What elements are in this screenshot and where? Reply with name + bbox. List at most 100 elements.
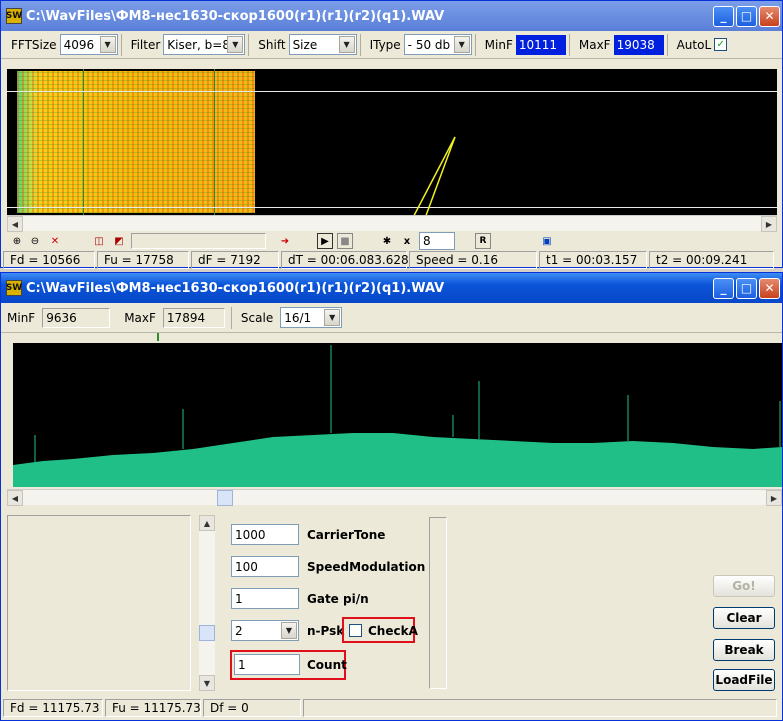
minf-label: MinF xyxy=(7,310,36,325)
chart-alt-icon[interactable]: ◩ xyxy=(111,233,127,249)
top-hscroll[interactable]: ◀ ▶ xyxy=(7,215,777,232)
zoom-in-icon[interactable]: ⊕ xyxy=(9,233,25,249)
chevron-down-icon[interactable]: ▼ xyxy=(453,36,470,53)
minimize-icon[interactable]: _ xyxy=(713,5,734,27)
loadfile-button[interactable]: LoadFile xyxy=(713,669,775,691)
maximize-icon[interactable]: □ xyxy=(736,5,757,27)
autol-checkbox[interactable]: ✓ xyxy=(714,38,728,51)
bottom-title-bar[interactable]: SW C:\WavFiles\ФМ8-нес1630-скор1600(r1)(… xyxy=(1,273,782,303)
chevron-down-icon[interactable]: ▼ xyxy=(281,622,297,639)
close-icon[interactable]: ✕ xyxy=(759,5,780,27)
minimize-icon[interactable]: _ xyxy=(713,277,734,299)
window-title: C:\WavFiles\ФМ8-нес1630-скор1600(r1)(r1)… xyxy=(26,8,445,24)
divider xyxy=(474,33,476,56)
itype-value: - 50 db xyxy=(407,37,451,52)
chart-icon[interactable]: ◫ xyxy=(91,233,107,249)
status-empty xyxy=(303,699,777,717)
clear-button[interactable]: Clear xyxy=(713,607,775,629)
app-icon: SW xyxy=(6,8,22,24)
count-input[interactable]: 1 xyxy=(234,654,300,675)
chevron-down-icon[interactable]: ▼ xyxy=(338,36,355,53)
bottom-status-bar: Fd = 11175.73 Fu = 11175.73 Df = 0 xyxy=(3,699,782,717)
status-df: Df = 0 xyxy=(203,699,301,717)
scale-select[interactable]: 16/1 ▼ xyxy=(280,307,343,328)
top-control-strip: ⊕ ⊖ ✕ ◫ ◩ ➜ ▶ ■ ✱ x 8 R ▣ xyxy=(1,232,783,250)
divider xyxy=(568,33,570,56)
status-dt: dT = 00:06.083.628 xyxy=(281,251,409,269)
shift-value: Size xyxy=(292,37,318,52)
shift-label: Shift xyxy=(258,37,286,52)
npsk-label: n-Psk xyxy=(307,624,345,638)
chevron-down-icon[interactable]: ▼ xyxy=(99,36,116,53)
divider xyxy=(666,33,668,56)
filter-select[interactable]: Kiser, b=8 ▼ xyxy=(163,34,246,55)
minf-value[interactable]: 10111 xyxy=(515,34,566,55)
shift-select[interactable]: Size ▼ xyxy=(288,34,357,55)
maxf-label: MaxF xyxy=(124,310,156,325)
speed-icon[interactable]: ✱ xyxy=(379,233,395,249)
fftsize-value: 4096 xyxy=(63,37,95,52)
progress-bar xyxy=(131,233,266,249)
chevron-down-icon[interactable]: ▼ xyxy=(227,36,244,53)
left-panel xyxy=(7,515,191,691)
speed-input[interactable]: 8 xyxy=(419,232,455,250)
filter-label: Filter xyxy=(130,37,161,52)
bottom-hscroll[interactable]: ◀ ▶ xyxy=(7,489,782,506)
scroll-thumb[interactable] xyxy=(217,490,233,506)
carrier-tone-input[interactable]: 1000 xyxy=(231,524,299,545)
go-button[interactable]: Go! xyxy=(713,575,775,597)
spectrogram[interactable] xyxy=(7,69,777,215)
minf-label: MinF xyxy=(484,37,513,52)
spectrum-trace xyxy=(13,345,782,487)
x-power-icon[interactable]: x xyxy=(399,233,415,249)
vscroll-thumb[interactable] xyxy=(199,625,215,641)
status-t1: t1 = 00:03.157 xyxy=(539,251,647,269)
divider xyxy=(248,33,250,56)
status-df: dF = 7192 xyxy=(191,251,279,269)
npsk-select[interactable]: 2 ▼ xyxy=(231,620,299,641)
vertical-scrollbar[interactable]: ▲ ▼ xyxy=(199,515,215,691)
divider xyxy=(120,33,122,56)
maximize-icon[interactable]: □ xyxy=(736,277,757,299)
npsk-value: 2 xyxy=(235,623,243,638)
scroll-left-icon[interactable]: ◀ xyxy=(7,216,23,232)
bottom-toolbar: MinF 9636 MaxF 17894 Scale 16/1 ▼ xyxy=(1,303,782,333)
autol-label: AutoL xyxy=(676,37,712,52)
speed-modulation-input[interactable]: 100 xyxy=(231,556,299,577)
maxf-value[interactable]: 19038 xyxy=(613,34,664,55)
close-icon[interactable]: ✕ xyxy=(759,277,780,299)
play-icon[interactable]: ▶ xyxy=(317,233,333,249)
top-title-bar[interactable]: SW C:\WavFiles\ФМ8-нес1630-скор1600(r1)(… xyxy=(1,1,782,31)
status-t2: t2 = 00:09.241 xyxy=(649,251,774,269)
scroll-right-icon[interactable]: ▶ xyxy=(766,490,782,506)
export-icon[interactable]: ➜ xyxy=(277,233,293,249)
chevron-down-icon[interactable]: ▼ xyxy=(324,309,341,326)
minf-value: 9636 xyxy=(42,307,111,328)
x-label: x xyxy=(403,235,411,247)
carrier-tone-label: CarrierTone xyxy=(307,528,386,542)
checka-label: CheckA xyxy=(368,624,418,638)
itype-select[interactable]: - 50 db ▼ xyxy=(403,34,472,55)
scroll-left-icon[interactable]: ◀ xyxy=(7,490,23,506)
divider xyxy=(359,33,361,56)
fftsize-select[interactable]: 4096 ▼ xyxy=(59,34,118,55)
app-icon: SW xyxy=(6,280,22,296)
zoom-out-icon[interactable]: ⊖ xyxy=(27,233,43,249)
zoom-reset-icon[interactable]: ✕ xyxy=(47,233,63,249)
scroll-up-icon[interactable]: ▲ xyxy=(199,515,215,531)
stop-icon[interactable]: ■ xyxy=(337,233,353,249)
top-status-bar: Fd = 10566 Fu = 17758 dF = 7192 dT = 00:… xyxy=(3,251,782,269)
scale-label: Scale xyxy=(240,310,274,325)
gate-input[interactable]: 1 xyxy=(231,588,299,609)
r-button[interactable]: R xyxy=(475,233,491,249)
status-fd: Fd = 11175.73 xyxy=(3,699,103,717)
scroll-right-icon[interactable]: ▶ xyxy=(761,216,777,232)
status-speed: Speed = 0.16 xyxy=(409,251,537,269)
checka-checkbox[interactable] xyxy=(349,624,362,637)
record-icon[interactable]: ▣ xyxy=(539,233,555,249)
break-button[interactable]: Break xyxy=(713,639,775,661)
scroll-down-icon[interactable]: ▼ xyxy=(199,675,215,691)
bottom-window: SW C:\WavFiles\ФМ8-нес1630-скор1600(r1)(… xyxy=(0,272,783,721)
spectrum-plot[interactable] xyxy=(13,333,782,487)
window-title: C:\WavFiles\ФМ8-нес1630-скор1600(r1)(r1)… xyxy=(26,280,445,296)
